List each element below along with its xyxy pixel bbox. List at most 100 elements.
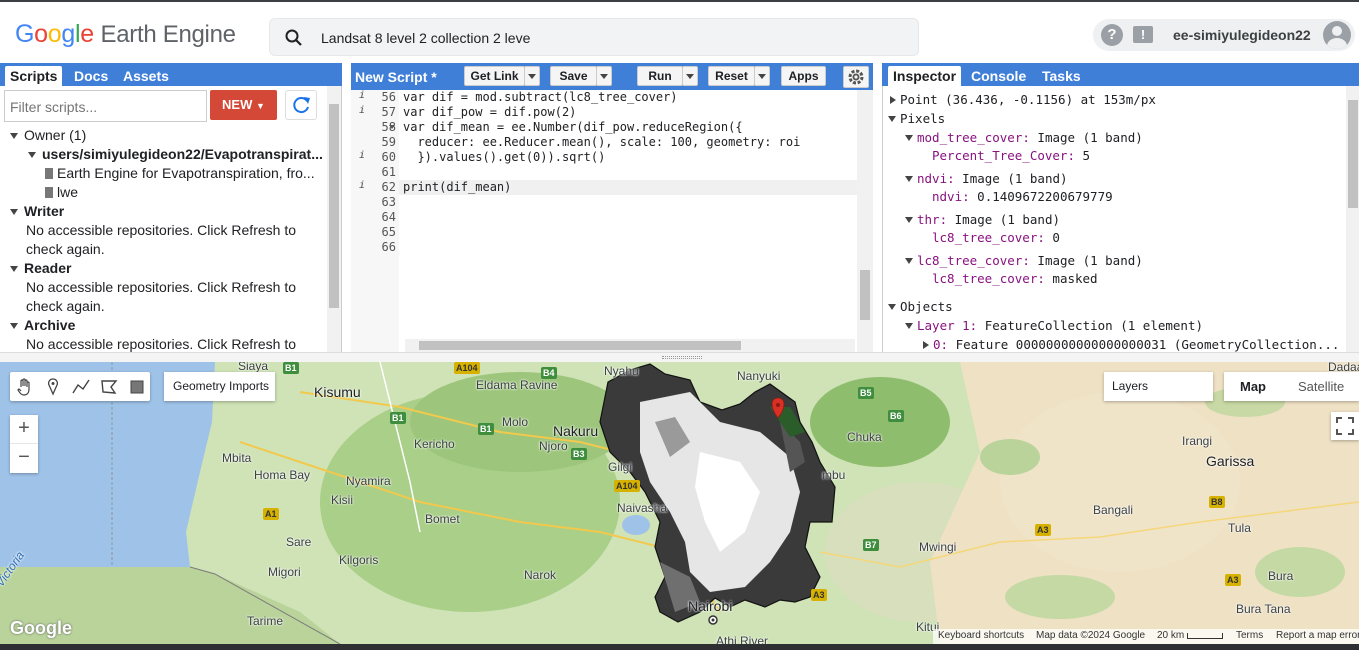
code-line[interactable]: var dif_mean = ee.Number(dif_pow.reduceR…: [403, 120, 743, 135]
caret-down-icon: [905, 323, 913, 329]
caret-down-icon: [10, 209, 18, 216]
tab-scripts[interactable]: Scripts: [5, 66, 63, 86]
zoom-out-button[interactable]: −: [10, 444, 38, 473]
object-layer[interactable]: Layer 1: FeatureCollection (1 element): [905, 318, 1203, 333]
line-tool-icon[interactable]: [71, 377, 91, 397]
refresh-icon: [293, 97, 310, 114]
road-shield: B7: [863, 539, 879, 551]
save-dropdown[interactable]: [596, 66, 612, 86]
place-label: Mbita: [222, 451, 252, 465]
road-shield: B4: [541, 367, 557, 379]
road-shield: B8: [1209, 496, 1225, 508]
earth-engine-logo[interactable]: Google Earth Engine: [15, 20, 236, 49]
project-name[interactable]: ee-simiyulegideon22: [1173, 27, 1311, 43]
caret-down-icon: [28, 152, 36, 159]
fold-icon[interactable]: [389, 125, 395, 129]
pixel-layer[interactable]: ndvi: Image (1 band): [905, 171, 1068, 186]
code-line[interactable]: var dif_pow = dif.pow(2): [403, 105, 576, 120]
settings-button[interactable]: [843, 66, 869, 88]
scripts-panel: Filter scripts... NEW ▼ Owner (1) users/…: [0, 86, 342, 354]
scale-bar: [1187, 633, 1223, 639]
place-label: Molo: [502, 415, 529, 429]
reader-section[interactable]: Reader: [10, 260, 71, 276]
point-marker-icon[interactable]: [43, 377, 63, 397]
tab-tasks[interactable]: Tasks: [1037, 66, 1086, 86]
pixel-layer[interactable]: lc8_tree_cover: Image (1 band): [905, 253, 1143, 268]
line-number: 61: [381, 165, 396, 179]
refresh-button[interactable]: [285, 90, 317, 120]
place-label: Irangi: [1182, 434, 1213, 448]
place-label: mbu: [822, 468, 846, 482]
code-line[interactable]: reducer: ee.Reducer.mean(), scale: 100, …: [403, 135, 800, 150]
feature-row[interactable]: 0: Feature 00000000000000000031 (Geometr…: [923, 337, 1339, 352]
objects-section[interactable]: Objects: [888, 299, 953, 314]
drawing-tools: [10, 372, 150, 401]
editor-horizontal-scrollbar[interactable]: [405, 339, 855, 352]
fullscreen-button[interactable]: [1331, 412, 1359, 440]
reset-button[interactable]: Reset: [708, 66, 755, 86]
rectangle-tool-icon[interactable]: [127, 377, 147, 397]
keyboard-shortcuts-link[interactable]: Keyboard shortcuts: [938, 630, 1024, 641]
feedback-icon[interactable]: !: [1133, 26, 1153, 43]
get-link-button[interactable]: Get Link: [464, 66, 525, 86]
line-number: i 56: [359, 90, 396, 104]
map-view[interactable]: Siaya Kisumu Eldama Ravine Nyahu Nanyuki…: [0, 362, 1359, 644]
place-label: Eldama Ravine: [476, 378, 558, 392]
code-line[interactable]: var dif = mod.subtract(lc8_tree_cover): [403, 90, 678, 105]
writer-section[interactable]: Writer: [10, 203, 64, 219]
repo-item[interactable]: users/simiyulegideon22/Evapotranspirat..…: [28, 146, 323, 162]
archive-section[interactable]: Archive: [10, 317, 75, 333]
reset-dropdown[interactable]: [754, 66, 770, 86]
help-icon[interactable]: ?: [1101, 24, 1123, 46]
apps-button[interactable]: Apps: [781, 66, 826, 86]
place-label: Kisii: [331, 493, 354, 507]
run-button[interactable]: Run: [637, 66, 683, 86]
get-link-dropdown[interactable]: [524, 66, 540, 86]
place-label: Bomet: [425, 512, 460, 526]
script-title[interactable]: New Script *: [355, 69, 437, 85]
point-row[interactable]: Point (36.436, -0.1156) at 153m/px: [890, 92, 1156, 107]
map-type-satellite[interactable]: Satellite: [1298, 372, 1344, 401]
terms-link[interactable]: Terms: [1236, 630, 1263, 641]
report-map-error-link[interactable]: Report a map error: [1276, 630, 1359, 641]
avatar[interactable]: [1323, 21, 1351, 49]
caret-down-icon: [905, 258, 913, 264]
tab-inspector[interactable]: Inspector: [888, 66, 962, 86]
tab-assets[interactable]: Assets: [118, 66, 174, 86]
scripts-scrollbar[interactable]: [327, 86, 341, 354]
pixels-section[interactable]: Pixels: [888, 111, 945, 126]
zoom-in-button[interactable]: +: [10, 415, 38, 444]
search-input[interactable]: Landsat 8 level 2 collection 2 leve: [321, 30, 530, 46]
new-button[interactable]: NEW ▼: [210, 90, 277, 120]
polygon-tool-icon[interactable]: [99, 377, 119, 397]
file-item[interactable]: lwe: [45, 184, 78, 200]
tab-docs[interactable]: Docs: [69, 66, 113, 86]
search-bar[interactable]: Landsat 8 level 2 collection 2 leve: [269, 18, 919, 56]
owner-section[interactable]: Owner (1): [10, 127, 86, 143]
place-label: Nyahu: [604, 364, 639, 378]
map-type-map[interactable]: Map: [1240, 372, 1266, 401]
line-number: i 62: [359, 180, 396, 194]
layers-button[interactable]: Layers: [1104, 372, 1213, 401]
tab-console[interactable]: Console: [966, 66, 1031, 86]
filter-scripts-input[interactable]: Filter scripts...: [4, 90, 207, 122]
save-button[interactable]: Save: [550, 66, 597, 86]
map-splitter[interactable]: [0, 352, 1359, 362]
run-dropdown[interactable]: [682, 66, 698, 86]
caret-down-icon: [10, 266, 18, 273]
road-shield: A1: [263, 508, 279, 520]
hand-icon[interactable]: [15, 377, 35, 397]
road-shield: B1: [478, 423, 494, 435]
inspector-scrollbar[interactable]: [1346, 86, 1359, 354]
pixel-layer[interactable]: thr: Image (1 band): [905, 212, 1060, 227]
code-editor[interactable]: i 56 i 57 58 59 i 60 61 i 62 63 64 65 66 var…: [351, 90, 873, 352]
account-area: ? ! ee-simiyulegideon22: [1093, 19, 1355, 51]
geometry-imports-button[interactable]: Geometry Imports: [164, 372, 275, 401]
file-item[interactable]: Earth Engine for Evapotranspiration, fro…: [45, 165, 315, 181]
map-attribution: Keyboard shortcuts Map data ©2024 Google…: [933, 629, 1359, 644]
code-line-active[interactable]: print(dif_mean): [399, 180, 857, 195]
pixel-layer[interactable]: mod_tree_cover: Image (1 band): [905, 130, 1143, 145]
code-line[interactable]: }).values().get(0)).sqrt(): [403, 150, 605, 165]
place-label: Chuka: [847, 430, 882, 444]
editor-vertical-scrollbar[interactable]: [857, 90, 873, 352]
